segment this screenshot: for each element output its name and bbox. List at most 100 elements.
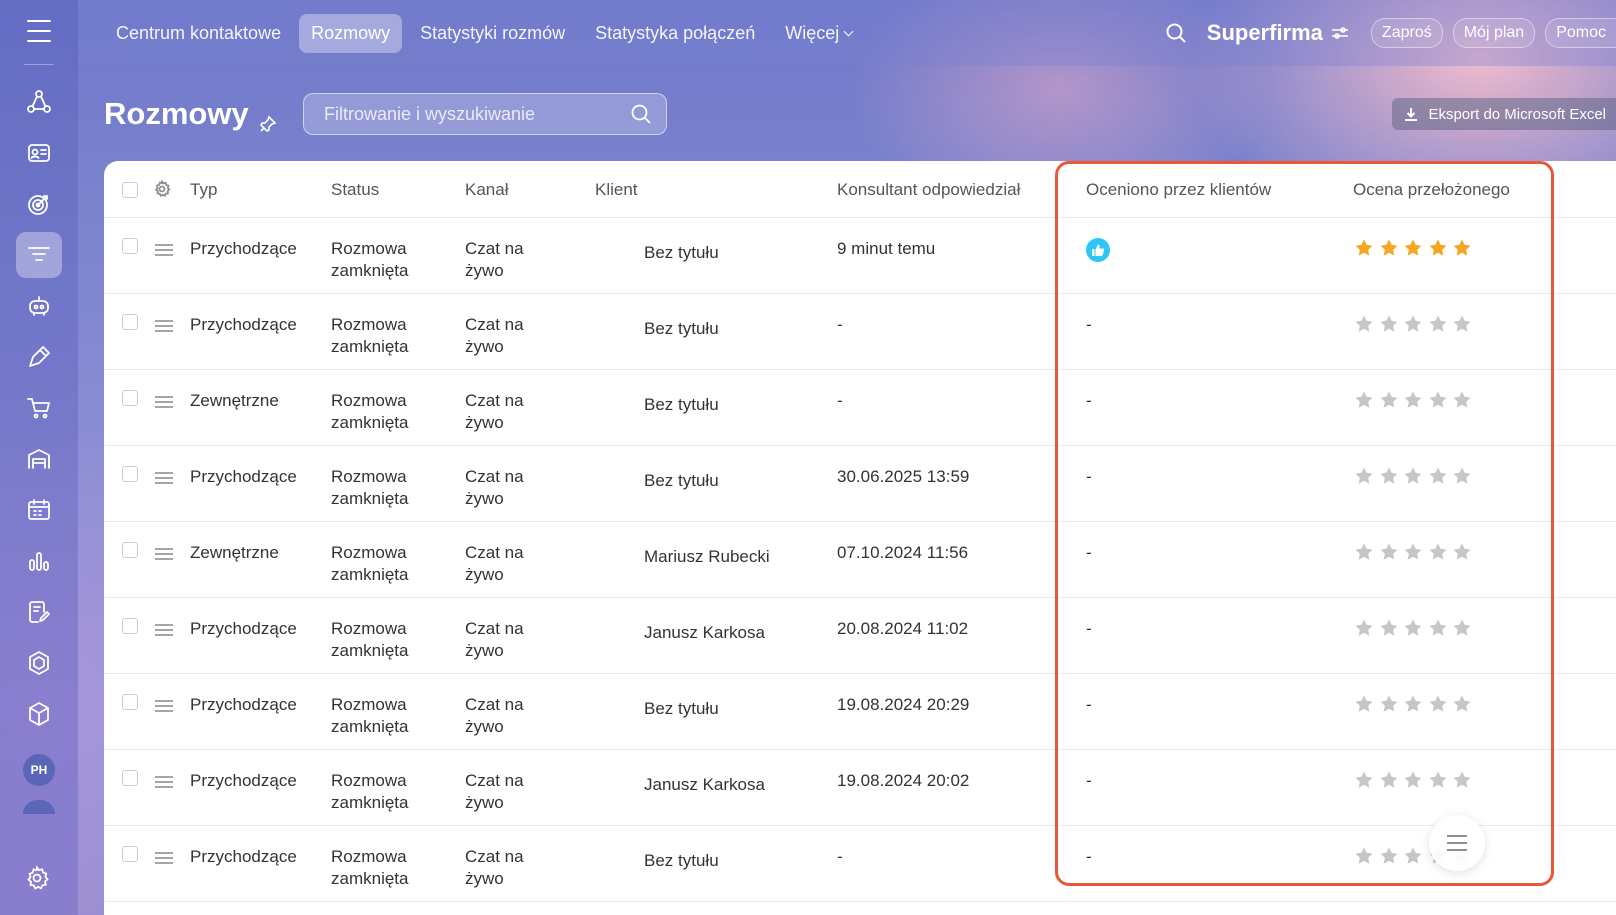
invite-button[interactable]: Zaproś <box>1370 18 1443 48</box>
star-icon[interactable] <box>1428 466 1448 486</box>
hexagon-icon[interactable] <box>16 640 62 686</box>
search-icon[interactable] <box>630 103 652 125</box>
star-icon[interactable] <box>1403 694 1423 714</box>
filter-search-box[interactable] <box>303 93 667 135</box>
hamburger-menu-icon[interactable] <box>27 20 51 42</box>
table-row[interactable]: Zewnętrzne Rozmowa zamknięta Czat na żywo Mar… <box>104 522 1616 598</box>
star-icon[interactable] <box>1403 846 1423 866</box>
star-icon[interactable] <box>1354 390 1374 410</box>
row-checkbox[interactable] <box>122 618 138 634</box>
table-row[interactable]: Przychodzące Rozmowa zamknięta Czat na żywo B… <box>104 826 1616 902</box>
drag-handle-icon[interactable] <box>155 548 173 560</box>
document-edit-icon[interactable] <box>16 589 62 635</box>
column-header-konsultant[interactable]: Konsultant odpowiedział <box>837 179 1020 201</box>
star-icon[interactable] <box>1379 238 1399 258</box>
table-row[interactable]: Przychodzące Rozmowa zamknięta Czat na żywo B… <box>104 446 1616 522</box>
cell-klient[interactable]: Mariusz Rubecki <box>644 546 770 568</box>
table-row[interactable]: Przychodzące Rozmowa zamknięta Czat na żywo B… <box>104 294 1616 370</box>
cell-klient[interactable]: Bez tytułu <box>644 850 719 872</box>
star-icon[interactable] <box>1379 466 1399 486</box>
supervisor-rating-stars[interactable] <box>1354 618 1477 638</box>
star-icon[interactable] <box>1452 238 1472 258</box>
star-icon[interactable] <box>1354 694 1374 714</box>
row-checkbox[interactable] <box>122 694 138 710</box>
tab-statystyka-polaczen[interactable]: Statystyka połączeń <box>583 14 767 53</box>
cell-klient[interactable]: Janusz Karkosa <box>644 774 765 796</box>
column-settings-gear-icon[interactable] <box>153 178 171 198</box>
star-icon[interactable] <box>1379 314 1399 334</box>
column-header-status[interactable]: Status <box>331 179 379 201</box>
star-icon[interactable] <box>1428 694 1448 714</box>
row-checkbox[interactable] <box>122 846 138 862</box>
export-excel-button[interactable]: Eksport do Microsoft Excel <box>1392 98 1616 130</box>
table-row[interactable]: Zewnętrzne Rozmowa zamknięta Czat na żywo Bez… <box>104 370 1616 446</box>
supervisor-rating-stars[interactable] <box>1354 694 1477 714</box>
calendar-icon[interactable] <box>16 487 62 533</box>
target-icon[interactable] <box>16 181 62 227</box>
star-icon[interactable] <box>1379 618 1399 638</box>
star-icon[interactable] <box>1428 314 1448 334</box>
table-row[interactable]: Przychodzące Rozmowa zamknięta Czat na żywo B… <box>104 218 1616 294</box>
drag-handle-icon[interactable] <box>155 472 173 484</box>
sliders-icon[interactable] <box>1331 24 1349 42</box>
drag-handle-icon[interactable] <box>155 700 173 712</box>
user-avatar[interactable]: PH <box>23 754 55 786</box>
supervisor-rating-stars[interactable] <box>1354 390 1477 410</box>
star-icon[interactable] <box>1452 770 1472 790</box>
cell-klient[interactable]: Bez tytułu <box>644 394 719 416</box>
row-checkbox[interactable] <box>122 542 138 558</box>
star-icon[interactable] <box>1354 466 1374 486</box>
pin-icon[interactable] <box>259 105 277 132</box>
star-icon[interactable] <box>1428 238 1448 258</box>
table-row[interactable]: Przychodzące Rozmowa zamknięta Czat na żywo J… <box>104 598 1616 674</box>
star-icon[interactable] <box>1428 390 1448 410</box>
tab-centrum-kontaktowe[interactable]: Centrum kontaktowe <box>104 14 293 53</box>
my-plan-button[interactable]: Mój plan <box>1452 18 1536 48</box>
star-icon[interactable] <box>1379 390 1399 410</box>
star-icon[interactable] <box>1452 542 1472 562</box>
drag-handle-icon[interactable] <box>155 776 173 788</box>
star-icon[interactable] <box>1354 846 1374 866</box>
star-icon[interactable] <box>1452 618 1472 638</box>
drag-handle-icon[interactable] <box>155 244 173 256</box>
drag-handle-icon[interactable] <box>155 624 173 636</box>
search-input[interactable] <box>324 103 630 125</box>
star-icon[interactable] <box>1452 466 1472 486</box>
supervisor-rating-stars[interactable] <box>1354 314 1477 334</box>
column-header-klient[interactable]: Klient <box>595 179 638 201</box>
star-icon[interactable] <box>1403 238 1423 258</box>
star-icon[interactable] <box>1354 618 1374 638</box>
row-checkbox[interactable] <box>122 314 138 330</box>
star-icon[interactable] <box>1452 390 1472 410</box>
select-all-checkbox[interactable] <box>122 182 138 198</box>
row-checkbox[interactable] <box>122 466 138 482</box>
cell-klient[interactable]: Bez tytułu <box>644 242 719 264</box>
table-row[interactable]: Przychodzące Rozmowa zamknięta Czat na żywo J… <box>104 750 1616 826</box>
help-button[interactable]: Pomoc <box>1545 18 1616 48</box>
drag-handle-icon[interactable] <box>155 852 173 864</box>
star-icon[interactable] <box>1452 314 1472 334</box>
hierarchy-icon[interactable] <box>16 79 62 125</box>
row-checkbox[interactable] <box>122 770 138 786</box>
column-header-oceniono-przez-klientow[interactable]: Oceniono przez klientów <box>1086 179 1271 201</box>
pen-icon[interactable] <box>16 334 62 380</box>
cell-klient[interactable]: Bez tytułu <box>644 698 719 720</box>
star-icon[interactable] <box>1354 314 1374 334</box>
tab-statystyki-rozmow[interactable]: Statystyki rozmów <box>408 14 577 53</box>
brand-name[interactable]: Superfirma <box>1207 20 1323 46</box>
star-icon[interactable] <box>1379 770 1399 790</box>
column-header-typ[interactable]: Typ <box>190 179 217 201</box>
star-icon[interactable] <box>1428 770 1448 790</box>
star-icon[interactable] <box>1379 694 1399 714</box>
tab-wiecej[interactable]: Więcej <box>773 14 864 53</box>
cube-icon[interactable] <box>16 691 62 737</box>
star-icon[interactable] <box>1403 542 1423 562</box>
settings-gear-icon[interactable] <box>22 863 52 893</box>
contact-card-icon[interactable] <box>16 130 62 176</box>
star-icon[interactable] <box>1428 542 1448 562</box>
star-icon[interactable] <box>1403 314 1423 334</box>
tab-rozmowy[interactable]: Rozmowy <box>299 13 403 53</box>
star-icon[interactable] <box>1403 390 1423 410</box>
column-header-kanal[interactable]: Kanał <box>465 179 508 201</box>
star-icon[interactable] <box>1452 694 1472 714</box>
